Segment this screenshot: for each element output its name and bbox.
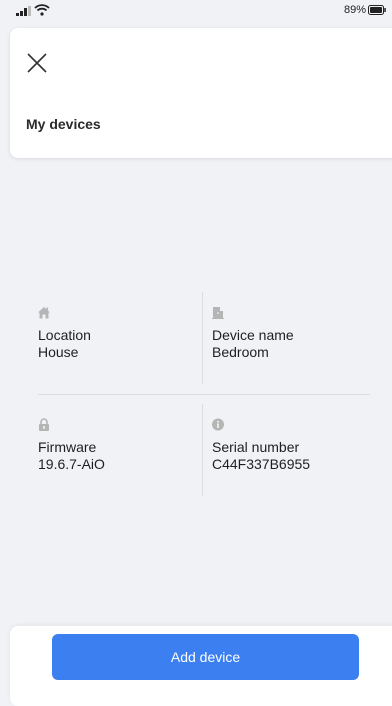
battery-icon: [368, 5, 386, 15]
serial-number-label: Serial number: [212, 439, 300, 455]
page-title: My devices: [26, 116, 101, 132]
close-icon[interactable]: [26, 52, 48, 74]
signal-icon: [16, 6, 31, 16]
device-details: Location House Device name Bedroom Firmw…: [38, 286, 370, 496]
location-value: House: [38, 344, 79, 360]
serial-number-value: C44F337B6955: [212, 456, 311, 472]
house-icon: [38, 307, 50, 319]
info-icon: [212, 418, 224, 431]
device-name-value: Bedroom: [212, 344, 269, 360]
door-icon: [212, 307, 224, 319]
location-label: Location: [38, 327, 91, 343]
lock-icon: [39, 418, 49, 431]
firmware-cell: Firmware 19.6.7-AiO: [38, 418, 204, 518]
location-cell: Location House: [38, 306, 204, 406]
device-name-label: Device name: [212, 327, 294, 343]
serial-number-cell: Serial number C44F337B6955: [212, 418, 378, 518]
add-device-button[interactable]: Add device: [52, 634, 359, 680]
firmware-label: Firmware: [38, 439, 97, 455]
footer-bar: Add device: [10, 626, 392, 706]
device-name-cell: Device name Bedroom: [212, 306, 378, 406]
header-card: My devices: [10, 28, 392, 158]
battery-percent: 89%: [343, 4, 366, 16]
firmware-value: 19.6.7-AiO: [38, 456, 105, 472]
status-bar: 89%: [0, 0, 392, 20]
wifi-icon: [34, 4, 50, 16]
